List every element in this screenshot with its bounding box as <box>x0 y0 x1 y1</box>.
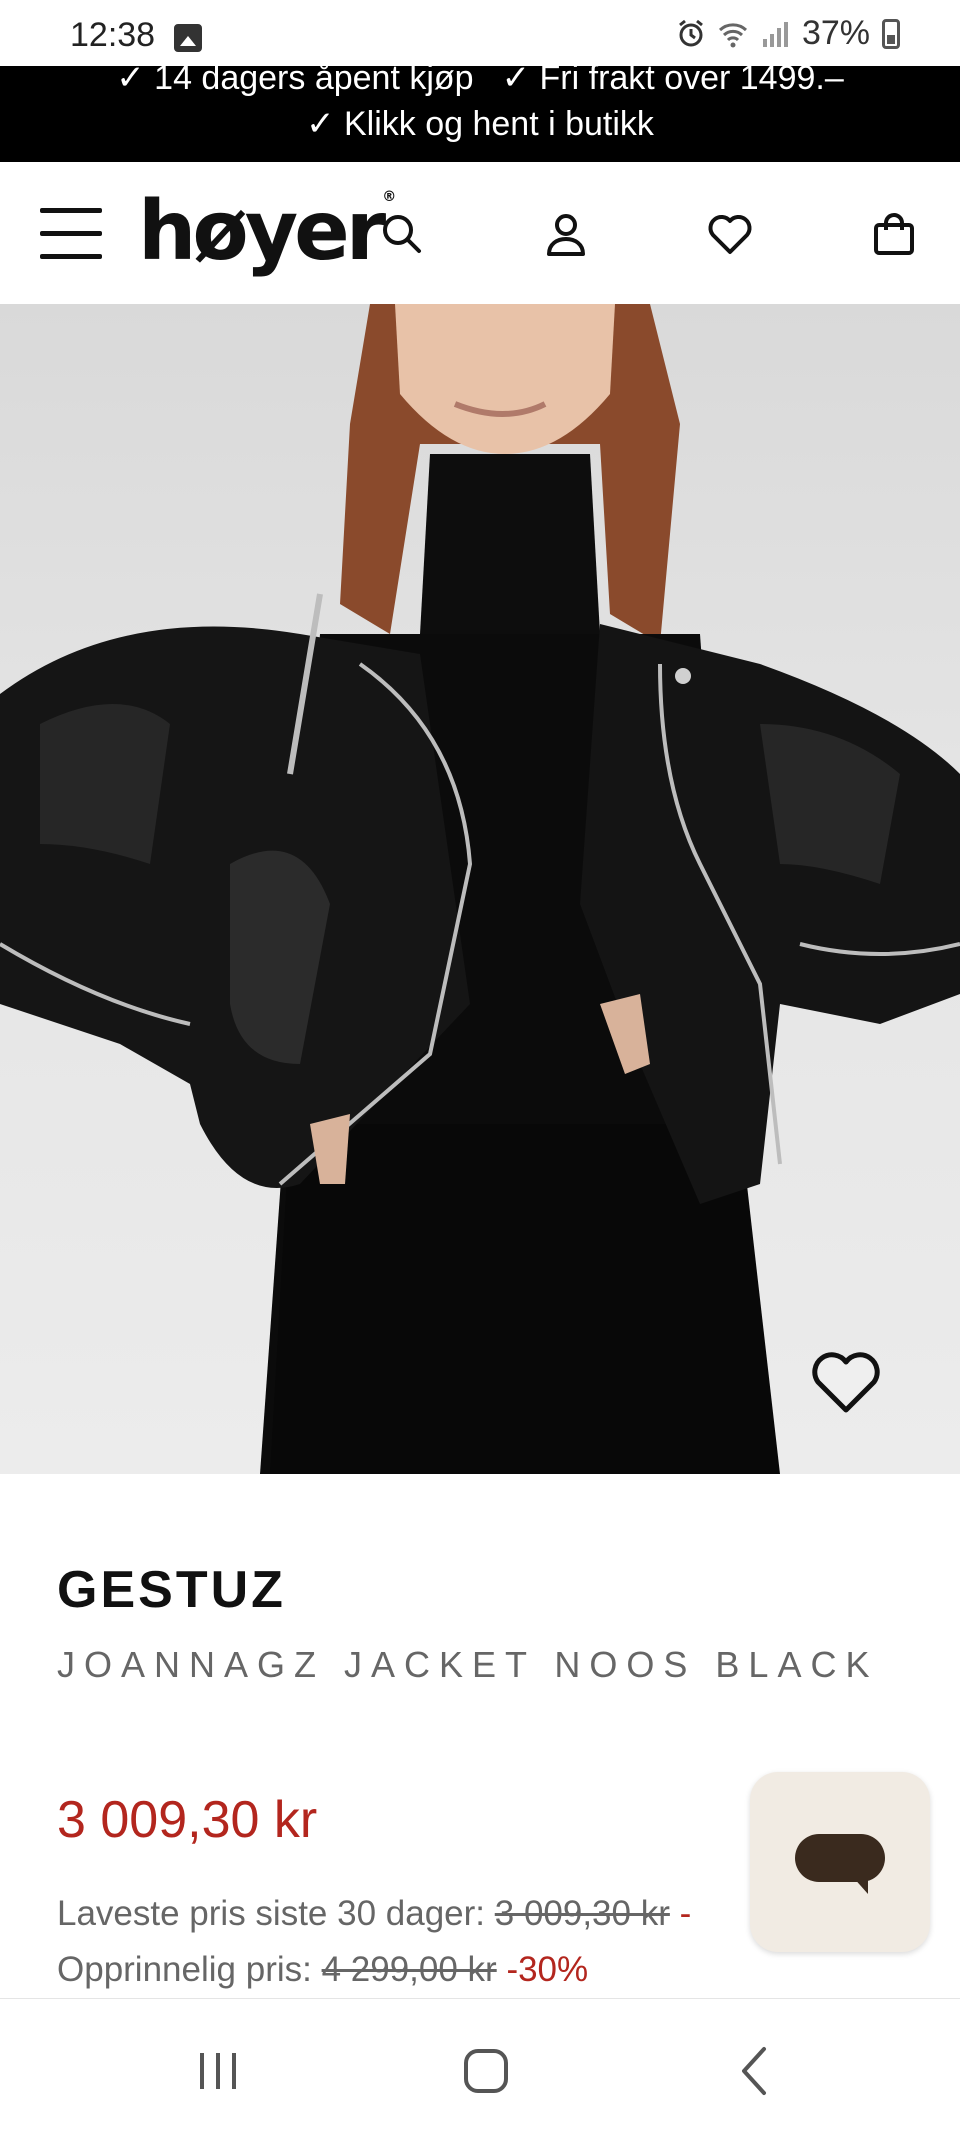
alarm-icon <box>679 19 703 46</box>
chat-bubble-icon <box>795 1834 885 1894</box>
chat-button[interactable] <box>750 1772 930 1952</box>
home-icon[interactable] <box>456 2041 516 2101</box>
system-nav-bar <box>0 1998 960 2134</box>
wishlist-heart-icon[interactable] <box>706 210 754 258</box>
signal-icon <box>762 21 788 47</box>
back-icon[interactable] <box>726 2041 786 2101</box>
lowest-price-line: Laveste pris siste 30 dager: 3 009,30 kr… <box>57 1894 691 1934</box>
product-name: JOANNAGZ JACKET NOOS BLACK <box>57 1644 879 1685</box>
promo-banner: ✓ 14 dagers åpent kjøp ✓ Fri frakt over 1… <box>0 66 960 162</box>
logo-text: høyer <box>138 184 386 279</box>
lowest-price-label: Laveste pris siste 30 dager: <box>57 1894 486 1933</box>
wifi-icon <box>718 22 747 47</box>
product-image[interactable] <box>0 304 960 1474</box>
status-bar: 12:38 37% <box>0 0 960 66</box>
site-header: høyer® <box>0 162 960 305</box>
search-icon[interactable] <box>378 210 426 258</box>
status-right: 37% <box>676 14 900 53</box>
original-price-label: Opprinnelig pris: <box>57 1950 312 1989</box>
original-price-line: Opprinnelig pris: 4 299,00 kr -30% <box>57 1950 588 1990</box>
product-brand[interactable]: GESTUZ <box>57 1560 286 1620</box>
user-icon[interactable] <box>542 210 590 258</box>
lowest-price-value: 3 009,30 kr <box>494 1894 670 1933</box>
gallery-notification-icon <box>174 24 202 52</box>
battery-percent: 37% <box>801 14 870 52</box>
favorite-heart-icon[interactable] <box>810 1350 882 1416</box>
recent-apps-icon[interactable] <box>188 2041 248 2101</box>
shopping-bag-icon[interactable] <box>870 210 918 258</box>
promo-item-free-shipping: ✓ Fri frakt over 1499.– <box>501 66 844 97</box>
promo-item-open-purchase: ✓ 14 dagers åpent kjøp <box>116 66 474 97</box>
product-price: 3 009,30 kr <box>57 1791 318 1849</box>
model-photo <box>0 304 960 1474</box>
status-time: 12:38 <box>70 16 156 54</box>
discount-badge: -30% <box>506 1950 589 1989</box>
battery-icon <box>882 18 900 49</box>
promo-line-top: ✓ 14 dagers åpent kjøp ✓ Fri frakt over 1… <box>0 66 960 98</box>
promo-line-bottom: ✓ Klikk og hent i butikk <box>0 104 960 144</box>
original-price-value: 4 299,00 kr <box>321 1950 497 1989</box>
lowest-price-discount: - <box>679 1894 692 1933</box>
menu-icon[interactable] <box>40 208 102 260</box>
promo-item-click-collect: ✓ Klikk og hent i butikk <box>306 105 654 143</box>
brand-logo[interactable]: høyer® <box>138 184 396 279</box>
